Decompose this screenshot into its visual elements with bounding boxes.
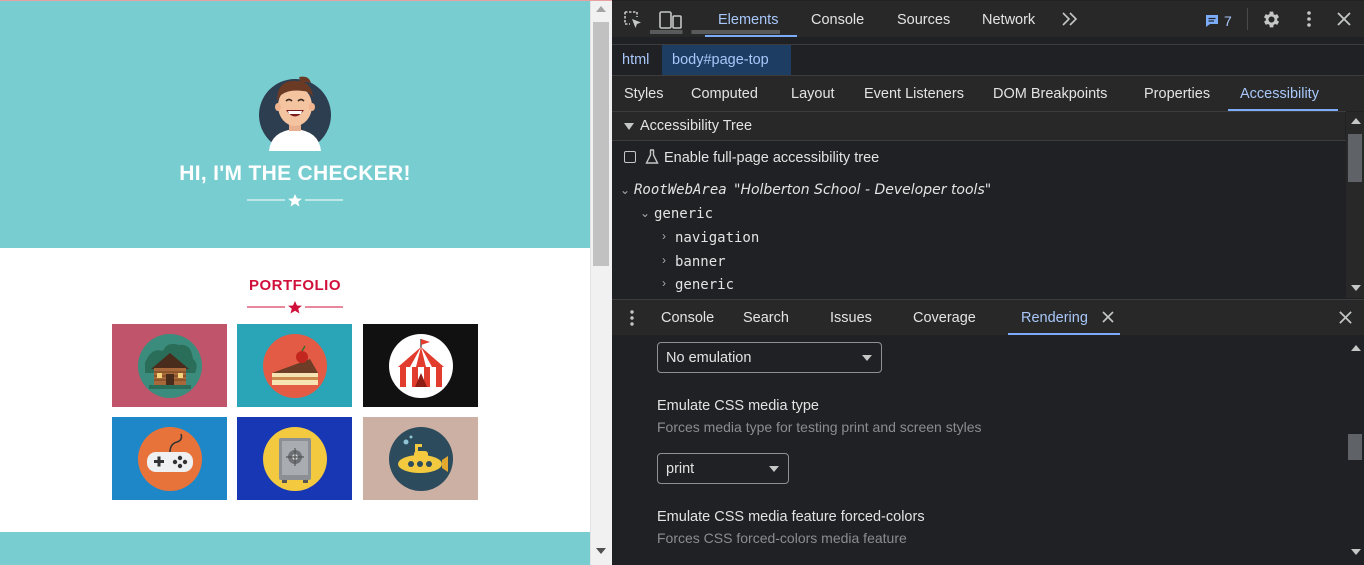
more-tabs-icon[interactable] bbox=[1061, 11, 1079, 27]
tree-root-role[interactable]: RootWebArea bbox=[634, 182, 727, 198]
tree-root-name: "Holberton School - Developer tools" bbox=[734, 182, 992, 198]
expand-chevron-icon[interactable]: ⌄ bbox=[640, 206, 650, 220]
tab-layout[interactable]: Layout bbox=[791, 86, 835, 102]
footer-band bbox=[0, 532, 590, 565]
accessibility-tree-title: Accessibility Tree bbox=[640, 118, 753, 134]
close-tab-icon[interactable] bbox=[1102, 311, 1114, 323]
tab-event-listeners[interactable]: Event Listeners bbox=[864, 86, 964, 102]
tab-dom-breakpoints[interactable]: DOM Breakpoints bbox=[993, 86, 1107, 102]
tree-node-generic[interactable]: generic bbox=[654, 206, 713, 222]
acc-header-bottom-border bbox=[612, 140, 1346, 141]
tree-scrollbar-thumb[interactable] bbox=[1348, 134, 1362, 182]
star-icon bbox=[288, 194, 302, 207]
emulation-select-value: No emulation bbox=[666, 350, 752, 366]
close-drawer-icon[interactable] bbox=[1338, 310, 1353, 325]
clipped-dom-line bbox=[650, 30, 800, 38]
enable-full-tree-label[interactable]: Enable full-page accessibility tree bbox=[664, 150, 879, 166]
cake-icon bbox=[262, 333, 327, 398]
media-type-description: Forces media type for testing print and … bbox=[657, 419, 982, 435]
drawer-tab-coverage[interactable]: Coverage bbox=[913, 310, 976, 326]
media-type-select-value: print bbox=[666, 461, 695, 477]
acc-header-top-border bbox=[612, 111, 1346, 112]
rendering-scrollbar-thumb[interactable] bbox=[1348, 434, 1362, 460]
scroll-down-arrow-icon[interactable] bbox=[1351, 549, 1361, 555]
collapsed-chevron-icon[interactable]: › bbox=[662, 229, 666, 243]
chevron-down-icon bbox=[862, 355, 872, 361]
toolbar-separator bbox=[1247, 8, 1248, 30]
issues-message-icon[interactable] bbox=[1205, 14, 1219, 28]
tab-accessibility[interactable]: Accessibility bbox=[1240, 86, 1319, 102]
collapse-triangle-icon[interactable] bbox=[624, 123, 634, 130]
tab-computed[interactable]: Computed bbox=[691, 86, 758, 102]
breadcrumb-html[interactable]: html bbox=[622, 52, 649, 68]
portfolio-item-gamepad[interactable] bbox=[112, 417, 227, 500]
drawer-tab-search[interactable]: Search bbox=[743, 310, 789, 326]
circus-tent-icon bbox=[388, 333, 453, 398]
avatar bbox=[259, 76, 331, 151]
drawer-tab-rendering-underline bbox=[1008, 333, 1120, 335]
drawer-tab-issues[interactable]: Issues bbox=[830, 310, 872, 326]
scroll-down-arrow-icon[interactable] bbox=[596, 548, 606, 554]
page-scrollbar-thumb[interactable] bbox=[593, 22, 609, 266]
scroll-up-arrow-icon[interactable] bbox=[596, 6, 606, 12]
tab-network[interactable]: Network bbox=[982, 12, 1035, 28]
device-toolbar-icon[interactable] bbox=[659, 10, 683, 30]
portfolio-item-safe[interactable] bbox=[237, 417, 352, 500]
tab-properties[interactable]: Properties bbox=[1144, 86, 1210, 102]
breadcrumb-body[interactable]: body#page-top bbox=[672, 52, 769, 68]
scroll-up-arrow-icon[interactable] bbox=[1351, 118, 1361, 124]
portfolio-item-cabin[interactable] bbox=[112, 324, 227, 407]
cabin-icon bbox=[137, 333, 202, 398]
issues-count[interactable]: 7 bbox=[1224, 13, 1232, 29]
drawer-tabbar bbox=[612, 299, 1364, 335]
submarine-icon bbox=[388, 426, 453, 491]
more-options-icon[interactable] bbox=[1302, 10, 1316, 28]
forced-colors-title: Emulate CSS media feature forced-colors bbox=[657, 509, 925, 525]
hero-title: HI, I'M THE CHECKER! bbox=[179, 162, 411, 185]
tree-node-navigation[interactable]: navigation bbox=[675, 230, 759, 246]
media-type-title: Emulate CSS media type bbox=[657, 398, 819, 414]
subtab-top-border bbox=[612, 75, 1364, 76]
settings-gear-icon[interactable] bbox=[1261, 9, 1282, 30]
portfolio-item-submarine[interactable] bbox=[363, 417, 478, 500]
tree-node-banner[interactable]: banner bbox=[675, 254, 726, 270]
inspect-element-icon[interactable] bbox=[623, 10, 643, 30]
chevron-down-icon bbox=[769, 466, 779, 472]
portfolio-divider bbox=[247, 301, 343, 314]
portfolio-item-cake[interactable] bbox=[237, 324, 352, 407]
expand-chevron-icon[interactable]: ⌄ bbox=[620, 183, 630, 197]
scroll-down-arrow-icon[interactable] bbox=[1351, 285, 1361, 291]
tab-elements[interactable]: Elements bbox=[718, 12, 778, 28]
hero-divider bbox=[247, 194, 343, 207]
experiment-flask-icon bbox=[645, 149, 659, 164]
drawer-menu-icon[interactable] bbox=[628, 309, 636, 327]
gamepad-icon bbox=[137, 426, 202, 491]
tree-node-generic-2[interactable]: generic bbox=[675, 277, 734, 293]
drawer-tab-console[interactable]: Console bbox=[661, 310, 714, 326]
tab-sources[interactable]: Sources bbox=[897, 12, 950, 28]
forced-colors-description: Forces CSS forced-colors media feature bbox=[657, 530, 907, 546]
drawer-tab-rendering[interactable]: Rendering bbox=[1021, 310, 1088, 326]
portfolio-item-circus-tent[interactable] bbox=[363, 324, 478, 407]
close-devtools-icon[interactable] bbox=[1336, 11, 1352, 27]
portfolio-title: PORTFOLIO bbox=[249, 277, 341, 294]
star-icon bbox=[288, 301, 302, 314]
tab-console[interactable]: Console bbox=[811, 12, 864, 28]
collapsed-chevron-icon[interactable]: › bbox=[662, 253, 666, 267]
tab-styles[interactable]: Styles bbox=[624, 86, 664, 102]
safe-icon bbox=[262, 426, 327, 491]
collapsed-chevron-icon[interactable]: › bbox=[662, 276, 666, 290]
scroll-up-arrow-icon[interactable] bbox=[1351, 345, 1361, 351]
enable-full-tree-checkbox[interactable] bbox=[624, 151, 636, 163]
